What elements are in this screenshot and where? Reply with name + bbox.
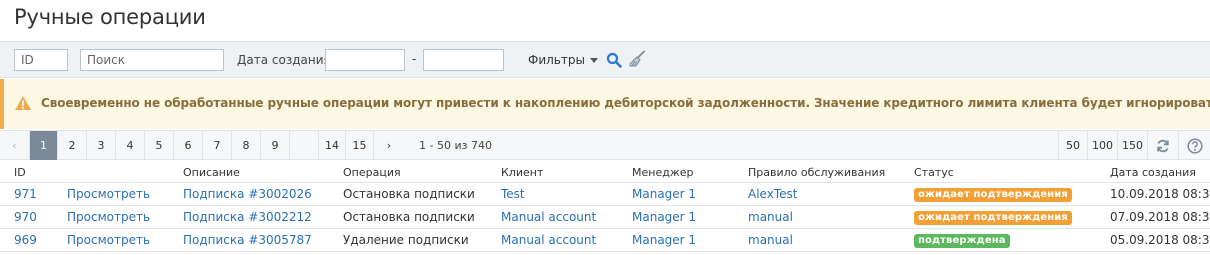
status-badge: ожидает подтверждения — [914, 188, 1072, 202]
page-button-15[interactable]: 15 — [346, 131, 374, 160]
subscription-link[interactable]: Подписка #3002212 — [183, 210, 312, 224]
operation-text: Удаление подписки — [343, 233, 469, 247]
table-row: 969 Просмотреть Подписка #3005787 Удален… — [0, 229, 1210, 252]
client-link[interactable]: Test — [501, 187, 525, 201]
created-date-label: Дата создания — [237, 53, 331, 67]
page-button-6[interactable]: 6 — [174, 131, 203, 160]
created-date-text: 07.09.2018 08:32 — [1110, 210, 1210, 224]
table-header: ID Описание Операция Клиент Менеджер Пра… — [0, 161, 1210, 183]
search-icon[interactable] — [606, 52, 622, 71]
page-button-14[interactable]: 14 — [319, 131, 346, 160]
view-link[interactable]: Просмотреть — [67, 210, 150, 224]
created-date-text: 05.09.2018 08:37 — [1110, 233, 1210, 247]
manager-link[interactable]: Manager 1 — [632, 187, 696, 201]
column-header-manager[interactable]: Менеджер — [632, 166, 693, 179]
subscription-link[interactable]: Подписка #3002026 — [183, 187, 312, 201]
row-id-link[interactable]: 970 — [14, 210, 37, 224]
column-header-description[interactable]: Описание — [183, 166, 240, 179]
row-id-link[interactable]: 969 — [14, 233, 37, 247]
help-icon[interactable] — [1178, 131, 1210, 160]
date-from-input[interactable] — [325, 49, 405, 71]
page-size-50[interactable]: 50 — [1058, 131, 1087, 160]
page-button-1[interactable]: 1 — [30, 131, 58, 160]
service-rule-link[interactable]: AlexTest — [748, 187, 797, 201]
warning-alert: Своевременно не обработанные ручные опер… — [0, 79, 1210, 129]
subscription-link[interactable]: Подписка #3005787 — [183, 233, 312, 247]
column-header-status[interactable]: Статус — [914, 166, 954, 179]
page-title: Ручные операции — [14, 5, 206, 29]
client-link[interactable]: Manual account — [501, 233, 596, 247]
operation-text: Остановка подписки — [343, 187, 475, 201]
warning-text: Своевременно не обработанные ручные опер… — [41, 96, 1210, 110]
page-button-4[interactable]: 4 — [116, 131, 145, 160]
refresh-icon[interactable] — [1147, 131, 1178, 160]
column-header-service-rule[interactable]: Правило обслуживания — [748, 166, 885, 179]
pagination-info: 1 - 50 из 740 — [419, 139, 492, 152]
view-link[interactable]: Просмотреть — [67, 233, 150, 247]
id-filter-input[interactable] — [14, 49, 68, 71]
manager-link[interactable]: Manager 1 — [632, 233, 696, 247]
filters-dropdown-button[interactable]: Фильтры — [528, 53, 598, 67]
column-header-created-date[interactable]: Дата создания — [1110, 166, 1196, 179]
service-rule-link[interactable]: manual — [748, 210, 793, 224]
status-badge: ожидает подтверждения — [914, 211, 1072, 225]
date-range-dash: - — [412, 52, 417, 66]
service-rule-link[interactable]: manual — [748, 233, 793, 247]
operation-text: Остановка подписки — [343, 210, 475, 224]
page-button-8[interactable]: 8 — [232, 131, 261, 160]
table-row: 970 Просмотреть Подписка #3002212 Остано… — [0, 206, 1210, 229]
manager-link[interactable]: Manager 1 — [632, 210, 696, 224]
page-size-100[interactable]: 100 — [1087, 131, 1117, 160]
client-link[interactable]: Manual account — [501, 210, 596, 224]
row-id-link[interactable]: 971 — [14, 187, 37, 201]
broom-icon[interactable] — [628, 50, 646, 71]
date-to-input[interactable] — [423, 49, 504, 71]
page-button-3[interactable]: 3 — [87, 131, 116, 160]
filters-label: Фильтры — [528, 53, 585, 67]
prev-page-button[interactable]: ‹ — [0, 131, 30, 160]
page-button-5[interactable]: 5 — [145, 131, 174, 160]
search-input[interactable] — [80, 49, 224, 71]
column-header-id[interactable]: ID — [14, 166, 26, 179]
next-page-button[interactable]: › — [374, 131, 404, 160]
created-date-text: 10.09.2018 08:32 — [1110, 187, 1210, 201]
pagination-bar: ‹ 1 2 3 4 5 6 7 8 9 14 15 › 1 - 50 из 74… — [0, 130, 1210, 160]
view-link[interactable]: Просмотреть — [67, 187, 150, 201]
page-button-2[interactable]: 2 — [58, 131, 87, 160]
filter-bar: Дата создания - Фильтры — [0, 41, 1210, 78]
warning-icon — [14, 95, 32, 114]
page-gap — [290, 131, 319, 160]
page-button-9[interactable]: 9 — [261, 131, 290, 160]
column-header-client[interactable]: Клиент — [501, 166, 543, 179]
page-size-150[interactable]: 150 — [1117, 131, 1147, 160]
caret-down-icon — [589, 58, 598, 63]
column-header-operation[interactable]: Операция — [343, 166, 401, 179]
page-button-7[interactable]: 7 — [203, 131, 232, 160]
table-row: 971 Просмотреть Подписка #3002026 Остано… — [0, 183, 1210, 206]
status-badge: подтверждена — [914, 234, 1010, 248]
